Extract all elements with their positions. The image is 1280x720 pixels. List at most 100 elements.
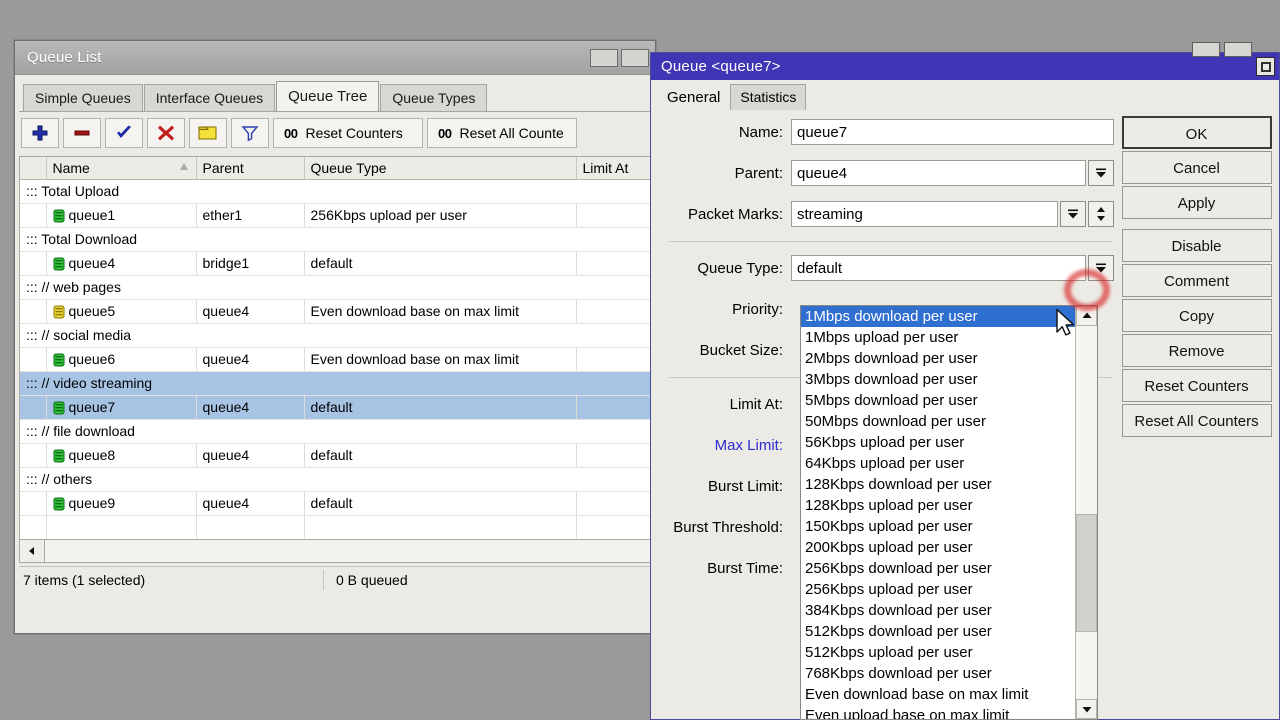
dropdown-option[interactable]: 50Mbps download per user	[801, 411, 1075, 432]
column-header-queue-type[interactable]: Queue Type	[304, 157, 577, 180]
table-row-comment[interactable]: ::: // video streaming	[20, 371, 650, 396]
table-row-comment[interactable]: ::: Total Download	[20, 227, 650, 252]
table-row[interactable]: queue8 queue4 default	[20, 443, 650, 468]
table-header-row: Name Parent Queue Type Limit At	[20, 157, 650, 180]
column-header-flag[interactable]	[20, 157, 47, 180]
up-down-arrows-icon	[1096, 207, 1105, 221]
reset-all-counters-button[interactable]: 00 Reset All Counte	[427, 118, 577, 148]
queue-type-dropdown-button[interactable]	[1087, 255, 1114, 281]
dropdown-option[interactable]: 2Mbps download per user	[801, 348, 1075, 369]
copy-button[interactable]: Copy	[1121, 299, 1272, 332]
dropdown-option[interactable]: 512Kbps download per user	[801, 621, 1075, 642]
table-row-comment[interactable]: ::: Total Upload	[20, 179, 650, 204]
scroll-left-button[interactable]	[20, 540, 45, 562]
dropdown-scroll-track[interactable]	[1076, 326, 1097, 699]
packet-marks-input[interactable]: streaming	[791, 201, 1058, 227]
dropdown-option[interactable]: Even download base on max limit	[801, 684, 1075, 705]
filter-button[interactable]	[231, 118, 269, 148]
table-row[interactable]: queue5 queue4 Even download base on max li…	[20, 299, 650, 324]
comment-text: ::: // video streaming	[20, 371, 650, 396]
dropdown-option[interactable]: 1Mbps download per user	[801, 306, 1075, 327]
remove-button[interactable]: Remove	[1121, 334, 1272, 367]
reset-all-counters-label: Reset All Counte	[459, 125, 564, 141]
ok-button[interactable]: OK	[1121, 116, 1272, 149]
dialog-tab-general[interactable]: General	[657, 84, 731, 110]
chevron-down-icon	[1095, 168, 1106, 178]
dropdown-scroll-up-button[interactable]	[1076, 306, 1097, 326]
horizontal-scrollbar[interactable]	[19, 539, 651, 563]
max-limit-label[interactable]: Max Limit:	[651, 437, 791, 454]
dialog-tab-statistics[interactable]: Statistics	[730, 84, 807, 110]
table-row[interactable]: queue9 queue4 default	[20, 491, 650, 516]
counter-prefix-1: 00	[284, 125, 298, 141]
minimize-button[interactable]	[590, 48, 618, 67]
column-header-name[interactable]: Name	[46, 157, 197, 180]
dropdown-option[interactable]: 128Kbps download per user	[801, 474, 1075, 495]
table-row-comment[interactable]: ::: // web pages	[20, 275, 650, 300]
dropdown-option[interactable]: 56Kbps upload per user	[801, 432, 1075, 453]
tab-simple-queues[interactable]: Simple Queues	[23, 84, 143, 111]
dropdown-scroll-thumb[interactable]	[1076, 514, 1097, 632]
reset-all-counters-button[interactable]: Reset All Counters	[1121, 404, 1272, 437]
packet-marks-stepper[interactable]	[1087, 201, 1114, 227]
dropdown-option[interactable]: 768Kbps download per user	[801, 663, 1075, 684]
table-row-comment[interactable]: ::: // others	[20, 467, 650, 492]
table-row[interactable]: queue4 bridge1 default	[20, 251, 650, 276]
dropdown-option[interactable]: 256Kbps download per user	[801, 558, 1075, 579]
dropdown-option[interactable]: 384Kbps download per user	[801, 600, 1075, 621]
bg-minimize-button[interactable]	[1192, 42, 1220, 57]
table-row-comment[interactable]: ::: // file download	[20, 419, 650, 444]
dropdown-option[interactable]: 64Kbps upload per user	[801, 453, 1075, 474]
horizontal-scroll-track[interactable]	[45, 540, 650, 562]
dropdown-scrollbar[interactable]	[1075, 306, 1097, 719]
queue-list-titlebar[interactable]: Queue List	[15, 41, 655, 75]
disable-button[interactable]: Disable	[1121, 229, 1272, 262]
cell-parent: queue4	[196, 395, 305, 420]
tab-queue-tree[interactable]: Queue Tree	[276, 81, 380, 111]
cell-name: queue7	[46, 395, 197, 420]
dialog-titlebar[interactable]: Queue <queue7>	[651, 53, 1279, 80]
reset-counters-button[interactable]: 00 Reset Counters	[273, 118, 423, 148]
tab-label: Queue Types	[392, 90, 476, 106]
table-row[interactable]: queue1 ether1 256Kbps upload per user	[20, 203, 650, 228]
add-button[interactable]	[21, 118, 59, 148]
dropdown-option[interactable]: Even upload base on max limit	[801, 705, 1075, 719]
bg-maximize-button[interactable]	[1224, 42, 1252, 57]
queue-type-input[interactable]: default	[791, 255, 1086, 281]
disable-button[interactable]	[147, 118, 185, 148]
dropdown-option[interactable]: 3Mbps download per user	[801, 369, 1075, 390]
dropdown-option[interactable]: 128Kbps upload per user	[801, 495, 1075, 516]
dropdown-option[interactable]: 200Kbps upload per user	[801, 537, 1075, 558]
queue-list-statusbar: 7 items (1 selected) 0 B queued	[19, 566, 651, 593]
table-row[interactable]: queue7 queue4 default	[20, 395, 650, 420]
column-header-parent[interactable]: Parent	[196, 157, 305, 180]
comment-button[interactable]: Comment	[1121, 264, 1272, 297]
apply-button[interactable]: Apply	[1121, 186, 1272, 219]
reset-counters-button[interactable]: Reset Counters	[1121, 369, 1272, 402]
cancel-button[interactable]: Cancel	[1121, 151, 1272, 184]
dropdown-scroll-down-button[interactable]	[1076, 699, 1097, 719]
enable-button[interactable]	[105, 118, 143, 148]
dropdown-option[interactable]: 1Mbps upload per user	[801, 327, 1075, 348]
tab-queue-types[interactable]: Queue Types	[380, 84, 488, 111]
dropdown-option[interactable]: 256Kbps upload per user	[801, 579, 1075, 600]
packet-marks-dropdown-button[interactable]	[1059, 201, 1086, 227]
dialog-restore-button[interactable]	[1256, 57, 1275, 76]
queue-type-dropdown-list[interactable]: 1Mbps download per user 1Mbps upload per …	[800, 305, 1098, 720]
column-header-limit-at[interactable]: Limit At	[576, 157, 650, 180]
table-row[interactable]: queue6 queue4 Even download base on max li…	[20, 347, 650, 372]
dropdown-option[interactable]: 5Mbps download per user	[801, 390, 1075, 411]
table-row-empty	[20, 515, 650, 539]
table-row-comment[interactable]: ::: // social media	[20, 323, 650, 348]
arrow-left-icon	[29, 547, 34, 555]
name-input[interactable]: queue7	[791, 119, 1114, 145]
remove-button[interactable]	[63, 118, 101, 148]
tab-interface-queues[interactable]: Interface Queues	[143, 84, 276, 111]
maximize-button[interactable]	[621, 48, 649, 67]
dropdown-option[interactable]: 512Kbps upload per user	[801, 642, 1075, 663]
parent-input[interactable]: queue4	[791, 160, 1086, 186]
parent-dropdown-button[interactable]	[1087, 160, 1114, 186]
dropdown-option[interactable]: 150Kbps upload per user	[801, 516, 1075, 537]
comment-button[interactable]	[189, 118, 227, 148]
tab-label: Queue Tree	[288, 88, 368, 105]
